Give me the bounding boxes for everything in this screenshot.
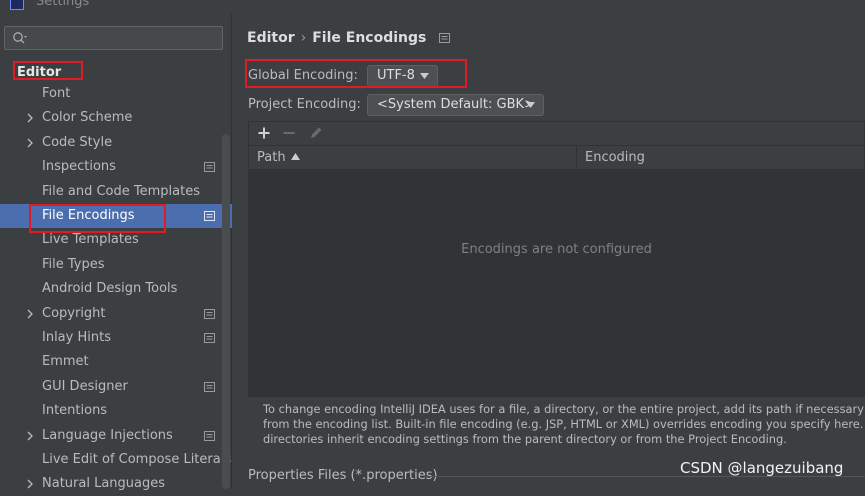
empty-table-message: Encodings are not configured bbox=[461, 242, 652, 257]
properties-files-section-title: Properties Files (*.properties) bbox=[248, 468, 438, 483]
sidebar-item[interactable]: Android Design Tools bbox=[0, 277, 232, 301]
sidebar-item[interactable]: Natural Languages bbox=[0, 472, 232, 496]
sidebar-item-label: Live Edit of Compose Literals bbox=[42, 452, 232, 467]
sidebar-item[interactable]: Inlay Hints bbox=[0, 326, 232, 350]
sidebar-item-label: GUI Designer bbox=[42, 378, 128, 394]
sidebar-item-label: Live Templates bbox=[42, 232, 139, 248]
chevron-right-icon[interactable] bbox=[26, 138, 34, 148]
global-encoding-dropdown[interactable]: UTF-8 bbox=[367, 65, 438, 87]
title-bar: Settings bbox=[0, 0, 865, 14]
global-encoding-value: UTF-8 bbox=[377, 68, 415, 83]
chevron-right-icon[interactable] bbox=[26, 431, 34, 441]
sidebar-scrollbar[interactable] bbox=[222, 134, 230, 489]
minus-icon[interactable] bbox=[281, 125, 297, 141]
sidebar-item-label: File Types bbox=[42, 256, 105, 272]
table-toolbar bbox=[248, 121, 865, 145]
sidebar-item[interactable]: Copyright bbox=[0, 302, 232, 326]
sidebar-item-label: Inlay Hints bbox=[42, 330, 111, 345]
chevron-down-icon bbox=[420, 73, 429, 79]
sidebar-item-label: Color Scheme bbox=[42, 110, 133, 126]
intellij-logo-icon bbox=[10, 0, 24, 10]
project-scope-icon bbox=[204, 430, 215, 441]
breadcrumb-parent[interactable]: Editor bbox=[247, 30, 295, 46]
column-header-encoding[interactable]: Encoding bbox=[585, 146, 645, 169]
pencil-icon[interactable] bbox=[308, 125, 324, 141]
sidebar-item[interactable]: File and Code Templates bbox=[0, 180, 232, 204]
sidebar-item[interactable]: Language Injections bbox=[0, 424, 232, 448]
breadcrumb-separator: › bbox=[300, 30, 307, 46]
help-text: To change encoding IntelliJ IDEA uses fo… bbox=[263, 402, 865, 447]
sidebar-item[interactable]: File Encodings bbox=[0, 204, 232, 228]
project-scope-icon bbox=[204, 333, 215, 343]
sidebar-item-label: File Encodings bbox=[42, 208, 135, 223]
help-line: directories inherit encoding settings fr… bbox=[263, 432, 787, 446]
sidebar-item[interactable]: Live Edit of Compose Literals bbox=[0, 448, 232, 472]
encodings-table[interactable]: Path Encoding Encodings are not configur… bbox=[248, 145, 865, 397]
sort-ascending-icon bbox=[290, 153, 300, 160]
sidebar-item-label: Inspections bbox=[42, 159, 116, 175]
project-encoding-value: <System Default: GBK> bbox=[377, 97, 535, 112]
column-divider[interactable] bbox=[576, 146, 577, 169]
plus-icon[interactable] bbox=[256, 125, 272, 141]
sidebar-item-label: Android Design Tools bbox=[42, 281, 178, 297]
chevron-right-icon[interactable] bbox=[26, 113, 34, 123]
column-header-path[interactable]: Path bbox=[257, 146, 300, 169]
settings-search-input[interactable] bbox=[4, 26, 223, 50]
chevron-right-icon[interactable] bbox=[26, 479, 34, 489]
sidebar-item[interactable]: File Types bbox=[0, 253, 232, 277]
sidebar-item-label: Emmet bbox=[42, 354, 89, 370]
sidebar-item[interactable]: Font bbox=[0, 82, 232, 106]
sidebar-item[interactable]: Inspections bbox=[0, 155, 232, 179]
column-header-path-label: Path bbox=[257, 150, 286, 165]
window-title: Settings bbox=[36, 0, 90, 9]
sidebar-item-label: Copyright bbox=[42, 305, 106, 321]
project-encoding-label: Project Encoding: bbox=[248, 97, 361, 112]
sidebar-item-label: Language Injections bbox=[42, 427, 173, 443]
sidebar-item[interactable]: Intentions bbox=[0, 399, 232, 423]
sidebar-item-label: Code Style bbox=[42, 134, 113, 150]
project-scope-icon bbox=[439, 33, 451, 43]
project-scope-icon bbox=[204, 162, 215, 173]
project-scope-icon bbox=[204, 381, 215, 392]
settings-sidebar: Editor Font Color Scheme Code Style Inspect… bbox=[0, 14, 232, 491]
file-encodings-panel: Editor › File Encodings Global Encoding: U… bbox=[233, 14, 865, 489]
csdn-watermark: CSDN @langezuibang bbox=[680, 459, 844, 477]
sidebar-item[interactable]: Code Style bbox=[0, 131, 232, 155]
search-icon bbox=[13, 32, 27, 44]
project-scope-icon bbox=[204, 211, 215, 221]
sidebar-item-label: File and Code Templates bbox=[42, 183, 200, 199]
sidebar-item-label: Natural Languages bbox=[42, 476, 166, 492]
sidebar-item-label: Font bbox=[42, 86, 71, 101]
global-encoding-label: Global Encoding: bbox=[248, 68, 358, 83]
breadcrumb-current: File Encodings bbox=[312, 30, 427, 46]
project-scope-icon bbox=[204, 308, 215, 319]
sidebar-item[interactable]: Emmet bbox=[0, 350, 232, 374]
help-line: To change encoding IntelliJ IDEA uses fo… bbox=[263, 402, 865, 416]
sidebar-item[interactable]: GUI Designer bbox=[0, 375, 232, 399]
table-header: Path Encoding bbox=[249, 146, 864, 170]
chevron-right-icon[interactable] bbox=[26, 309, 34, 319]
sidebar-item[interactable]: Live Templates bbox=[0, 228, 232, 252]
breadcrumb: Editor › File Encodings bbox=[247, 30, 451, 46]
sidebar-item[interactable]: Color Scheme bbox=[0, 106, 232, 130]
chevron-down-icon bbox=[526, 102, 535, 108]
help-line: from the encoding list. Built-in file en… bbox=[263, 417, 865, 431]
sidebar-item-label: Intentions bbox=[42, 403, 108, 419]
project-encoding-dropdown[interactable]: <System Default: GBK> bbox=[367, 94, 544, 116]
